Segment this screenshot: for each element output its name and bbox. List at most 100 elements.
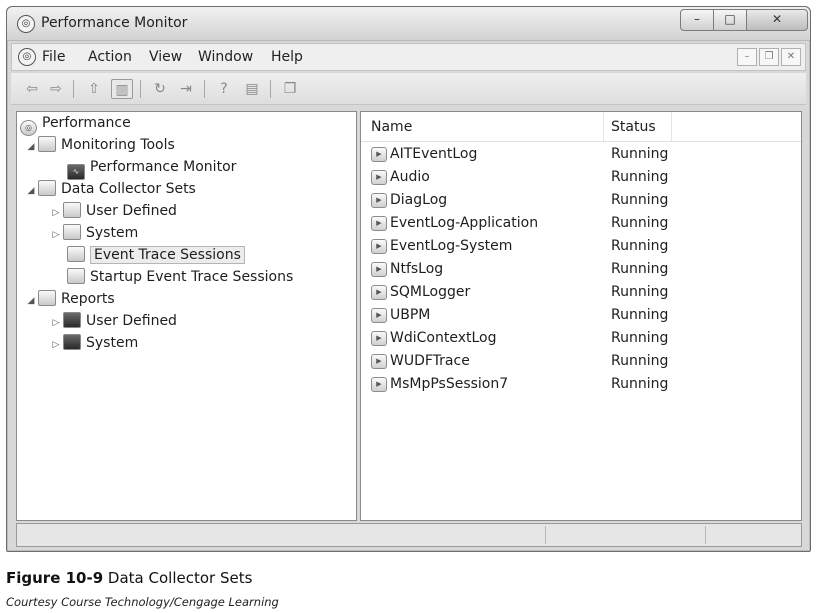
session-name: NtfsLog	[390, 261, 444, 277]
session-name: EventLog-System	[390, 238, 513, 254]
tree-item-dcs-system[interactable]: ▷ System	[49, 223, 138, 243]
tree-item-performance[interactable]: ◎ Performance	[20, 113, 131, 136]
performance-monitor-window: ◎ Performance Monitor – □ ✕ ◎ File Actio…	[6, 6, 811, 552]
session-name: MsMpPsSession7	[390, 376, 509, 392]
performance-monitor-app-icon[interactable]: ◎	[17, 15, 35, 33]
toolbar-separator	[140, 80, 141, 98]
collapsed-arrow-icon[interactable]: ▷	[49, 203, 63, 223]
properties-icon[interactable]: ▤	[241, 79, 263, 99]
monitoring-tools-icon	[38, 136, 56, 152]
tree-item-data-collector-sets[interactable]: ◢ Data Collector Sets	[24, 179, 196, 199]
list-item[interactable]: ▶ MsMpPsSession7 Running	[361, 373, 801, 395]
trace-session-icon: ▶	[371, 239, 387, 254]
collapsed-arrow-icon[interactable]: ▷	[49, 225, 63, 245]
maximize-button[interactable]: □	[713, 9, 747, 31]
tree-item-reports[interactable]: ◢ Reports	[24, 289, 115, 309]
tree-item-label: User Defined	[86, 203, 177, 219]
expanded-arrow-icon[interactable]: ◢	[24, 181, 38, 201]
details-pane[interactable]: Name Status ▶ AITEventLog Running ▶ Audi…	[360, 111, 802, 521]
forward-arrow-icon[interactable]: ⇨	[45, 79, 67, 99]
list-item[interactable]: ▶ Audio Running	[361, 166, 801, 188]
tree-item-label: Event Trace Sessions	[90, 246, 245, 264]
up-folder-icon[interactable]: ⇧	[83, 79, 105, 99]
column-header-name[interactable]: Name	[371, 119, 412, 135]
tree-item-label: System	[86, 225, 139, 241]
trace-session-icon: ▶	[371, 354, 387, 369]
tree-item-label: Data Collector Sets	[61, 181, 196, 197]
list-item[interactable]: ▶ UBPM Running	[361, 304, 801, 326]
export-list-icon[interactable]: ⇥	[175, 79, 197, 99]
tree-item-reports-user-defined[interactable]: ▷ User Defined	[49, 311, 177, 331]
session-name: DiagLog	[390, 192, 448, 208]
child-close-button[interactable]: ✕	[781, 48, 801, 66]
session-status: Running	[611, 307, 669, 323]
tree-item-label: Reports	[61, 291, 115, 307]
tree-item-monitoring-tools[interactable]: ◢ Monitoring Tools	[24, 135, 175, 155]
toolbar-separator	[73, 80, 74, 98]
tree-item-reports-system[interactable]: ▷ System	[49, 333, 138, 353]
list-item[interactable]: ▶ EventLog-Application Running	[361, 212, 801, 234]
expanded-arrow-icon[interactable]: ◢	[24, 137, 38, 157]
tree-item-performance-monitor[interactable]: ∿ Performance Monitor	[67, 157, 237, 180]
session-status: Running	[611, 284, 669, 300]
collapsed-arrow-icon[interactable]: ▷	[49, 313, 63, 333]
collapsed-arrow-icon[interactable]: ▷	[49, 335, 63, 355]
session-status: Running	[611, 238, 669, 254]
trace-session-icon: ▶	[371, 193, 387, 208]
minimize-button[interactable]: –	[680, 9, 714, 31]
user-defined-icon	[63, 202, 81, 218]
column-divider[interactable]	[603, 112, 604, 141]
list-item[interactable]: ▶ SQMLogger Running	[361, 281, 801, 303]
column-header-status[interactable]: Status	[611, 119, 656, 135]
session-name: UBPM	[390, 307, 431, 323]
tree-item-label: Performance Monitor	[90, 159, 237, 175]
list-item[interactable]: ▶ WdiContextLog Running	[361, 327, 801, 349]
report-system-icon	[63, 334, 81, 350]
session-status: Running	[611, 169, 669, 185]
trace-session-icon: ▶	[371, 308, 387, 323]
tree-item-label: Startup Event Trace Sessions	[90, 269, 294, 285]
tree-item-dcs-user-defined[interactable]: ▷ User Defined	[49, 201, 177, 221]
performance-icon: ◎	[20, 120, 37, 136]
list-item[interactable]: ▶ WUDFTrace Running	[361, 350, 801, 372]
list-item[interactable]: ▶ AITEventLog Running	[361, 143, 801, 165]
status-bar-divider	[705, 526, 706, 544]
menu-view[interactable]: View	[149, 49, 182, 65]
menu-help[interactable]: Help	[271, 49, 303, 65]
toolbar-separator	[270, 80, 271, 98]
trace-session-icon: ▶	[371, 262, 387, 277]
menu-file[interactable]: File	[42, 49, 65, 65]
back-arrow-icon[interactable]: ⇦	[21, 79, 43, 99]
session-status: Running	[611, 330, 669, 346]
show-hide-tree-icon[interactable]: ▥	[111, 79, 133, 99]
status-bar	[16, 523, 802, 547]
toolbar: ⇦ ⇨ ⇧ ▥ ↻ ⇥ ? ▤ ❒	[11, 73, 806, 105]
figure-caption: Figure 10-9 Data Collector Sets	[6, 569, 252, 587]
console-tree-pane[interactable]: ◎ Performance ◢ Monitoring Tools ∿ Performa…	[16, 111, 357, 521]
toolbar-separator	[204, 80, 205, 98]
refresh-icon[interactable]: ↻	[149, 79, 171, 99]
child-minimize-button[interactable]: –	[737, 48, 757, 66]
tree-item-event-trace-sessions[interactable]: Event Trace Sessions	[67, 245, 245, 265]
child-restore-button[interactable]: ❐	[759, 48, 779, 66]
system-menu-icon[interactable]: ◎	[18, 48, 36, 66]
list-item[interactable]: ▶ DiagLog Running	[361, 189, 801, 211]
list-item[interactable]: ▶ NtfsLog Running	[361, 258, 801, 280]
list-item[interactable]: ▶ EventLog-System Running	[361, 235, 801, 257]
menu-action[interactable]: Action	[88, 49, 132, 65]
menu-window[interactable]: Window	[198, 49, 253, 65]
new-window-icon[interactable]: ❒	[279, 79, 301, 99]
close-button[interactable]: ✕	[746, 9, 808, 31]
tree-item-startup-event-trace-sessions[interactable]: Startup Event Trace Sessions	[67, 267, 293, 287]
menu-bar: ◎ File Action View Window Help – ❐ ✕	[11, 43, 806, 71]
performance-monitor-icon: ∿	[67, 164, 85, 180]
session-name: WUDFTrace	[390, 353, 470, 369]
column-divider[interactable]	[671, 112, 672, 141]
event-trace-icon	[67, 246, 85, 262]
window-title: Performance Monitor	[41, 15, 188, 31]
title-bar[interactable]: ◎ Performance Monitor – □ ✕	[7, 7, 810, 41]
expanded-arrow-icon[interactable]: ◢	[24, 291, 38, 311]
list-header: Name Status	[361, 112, 801, 142]
help-icon[interactable]: ?	[213, 79, 235, 99]
trace-session-icon: ▶	[371, 216, 387, 231]
